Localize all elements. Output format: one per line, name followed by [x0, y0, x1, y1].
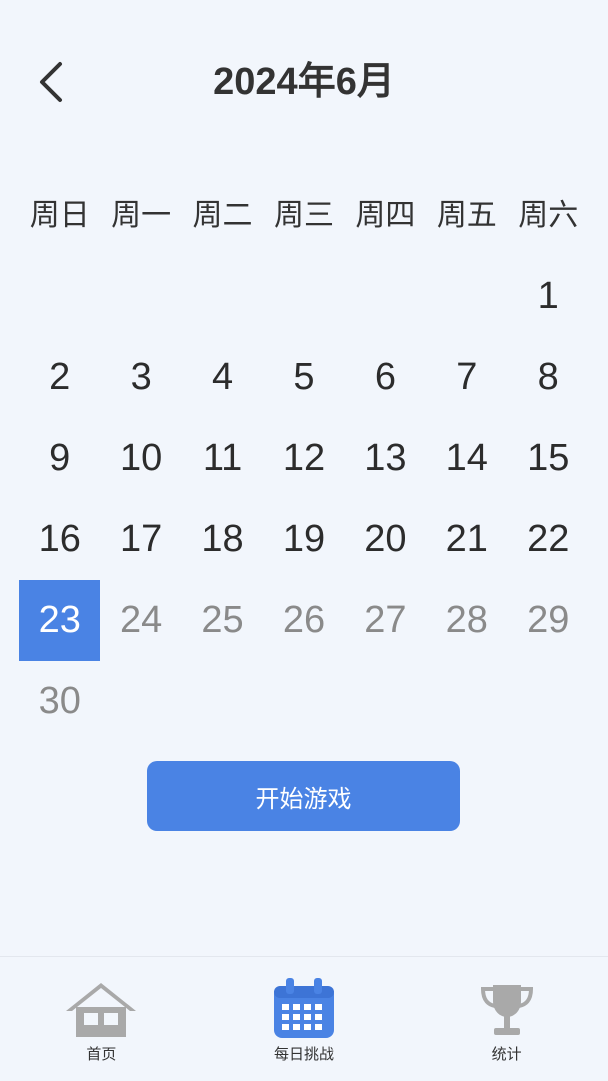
weekday-header-row: 周日 周一 周二 周三 周四 周五 周六 — [19, 190, 589, 242]
calendar-grid: 1 2 3 4 5 6 7 8 9 10 11 12 13 14 15 16 17 18 19 20 21 22 23 24 2… — [19, 256, 589, 742]
calendar-day: 24 — [119, 599, 163, 641]
calendar-day: 28 — [445, 599, 488, 641]
weekday-label: 周一 — [111, 198, 172, 233]
calendar-day[interactable]: 18 — [182, 499, 263, 580]
tab-daily-challenge-label: 每日挑战 — [274, 1045, 335, 1063]
weekday-label: 周三 — [273, 198, 334, 233]
calendar-day-selected[interactable]: 23 — [19, 580, 101, 661]
calendar-day[interactable]: 15 — [508, 418, 589, 499]
weekday-label: 周五 — [436, 198, 497, 233]
bottom-tab-bar: 首页 每日挑战 统计 — [0, 956, 608, 1081]
calendar-day: 30 — [38, 680, 81, 722]
calendar-day[interactable]: 10 — [100, 418, 181, 499]
calendar-blank-cell — [100, 256, 181, 337]
calendar-blank-cell — [263, 256, 344, 337]
calendar-day[interactable]: 6 — [345, 337, 426, 418]
tab-home-label: 首页 — [86, 1045, 117, 1063]
calendar-day: 25 — [201, 599, 244, 641]
tab-home[interactable]: 首页 — [0, 957, 203, 1081]
calendar-blank-cell — [19, 256, 100, 337]
tab-stats[interactable]: 统计 — [405, 957, 608, 1081]
calendar-blank-cell — [182, 256, 263, 337]
trophy-icon — [470, 977, 544, 1041]
calendar-day[interactable]: 7 — [426, 337, 507, 418]
calendar-day: 29 — [527, 599, 570, 641]
calendar-day[interactable]: 22 — [508, 499, 589, 580]
calendar-blank-cell — [426, 256, 507, 337]
weekday-label: 周日 — [29, 198, 90, 233]
calendar-day[interactable]: 4 — [182, 337, 263, 418]
calendar-day: 26 — [282, 599, 326, 641]
calendar-day[interactable]: 9 — [19, 418, 100, 499]
calendar-day[interactable]: 13 — [345, 418, 426, 499]
calendar-day: 27 — [364, 599, 407, 641]
calendar-day[interactable]: 20 — [345, 499, 426, 580]
calendar-day[interactable]: 5 — [263, 337, 344, 418]
calendar-day[interactable]: 14 — [426, 418, 507, 499]
calendar-day[interactable]: 16 — [19, 499, 100, 580]
home-icon — [64, 977, 138, 1041]
calendar-day[interactable]: 11 — [182, 418, 263, 499]
weekday-label: 周二 — [192, 198, 253, 233]
calendar-day[interactable]: 21 — [426, 499, 507, 580]
calendar-day[interactable]: 12 — [263, 418, 344, 499]
header: 2024年6月 — [0, 0, 608, 165]
calendar-day[interactable]: 1 — [508, 256, 589, 337]
tab-daily-challenge[interactable]: 每日挑战 — [203, 957, 406, 1081]
weekday-label: 周六 — [518, 198, 579, 233]
weekday-label: 周四 — [355, 198, 416, 233]
calendar-icon — [267, 977, 341, 1041]
calendar-day[interactable]: 17 — [100, 499, 181, 580]
calendar-day[interactable]: 3 — [100, 337, 181, 418]
tab-stats-label: 统计 — [491, 1045, 522, 1063]
calendar-day[interactable]: 8 — [508, 337, 589, 418]
calendar-day[interactable]: 19 — [263, 499, 344, 580]
calendar-blank-cell — [345, 256, 426, 337]
start-game-button[interactable]: 开始游戏 — [147, 761, 460, 831]
page-title: 2024年6月 — [213, 61, 395, 103]
calendar-day[interactable]: 2 — [19, 337, 100, 418]
